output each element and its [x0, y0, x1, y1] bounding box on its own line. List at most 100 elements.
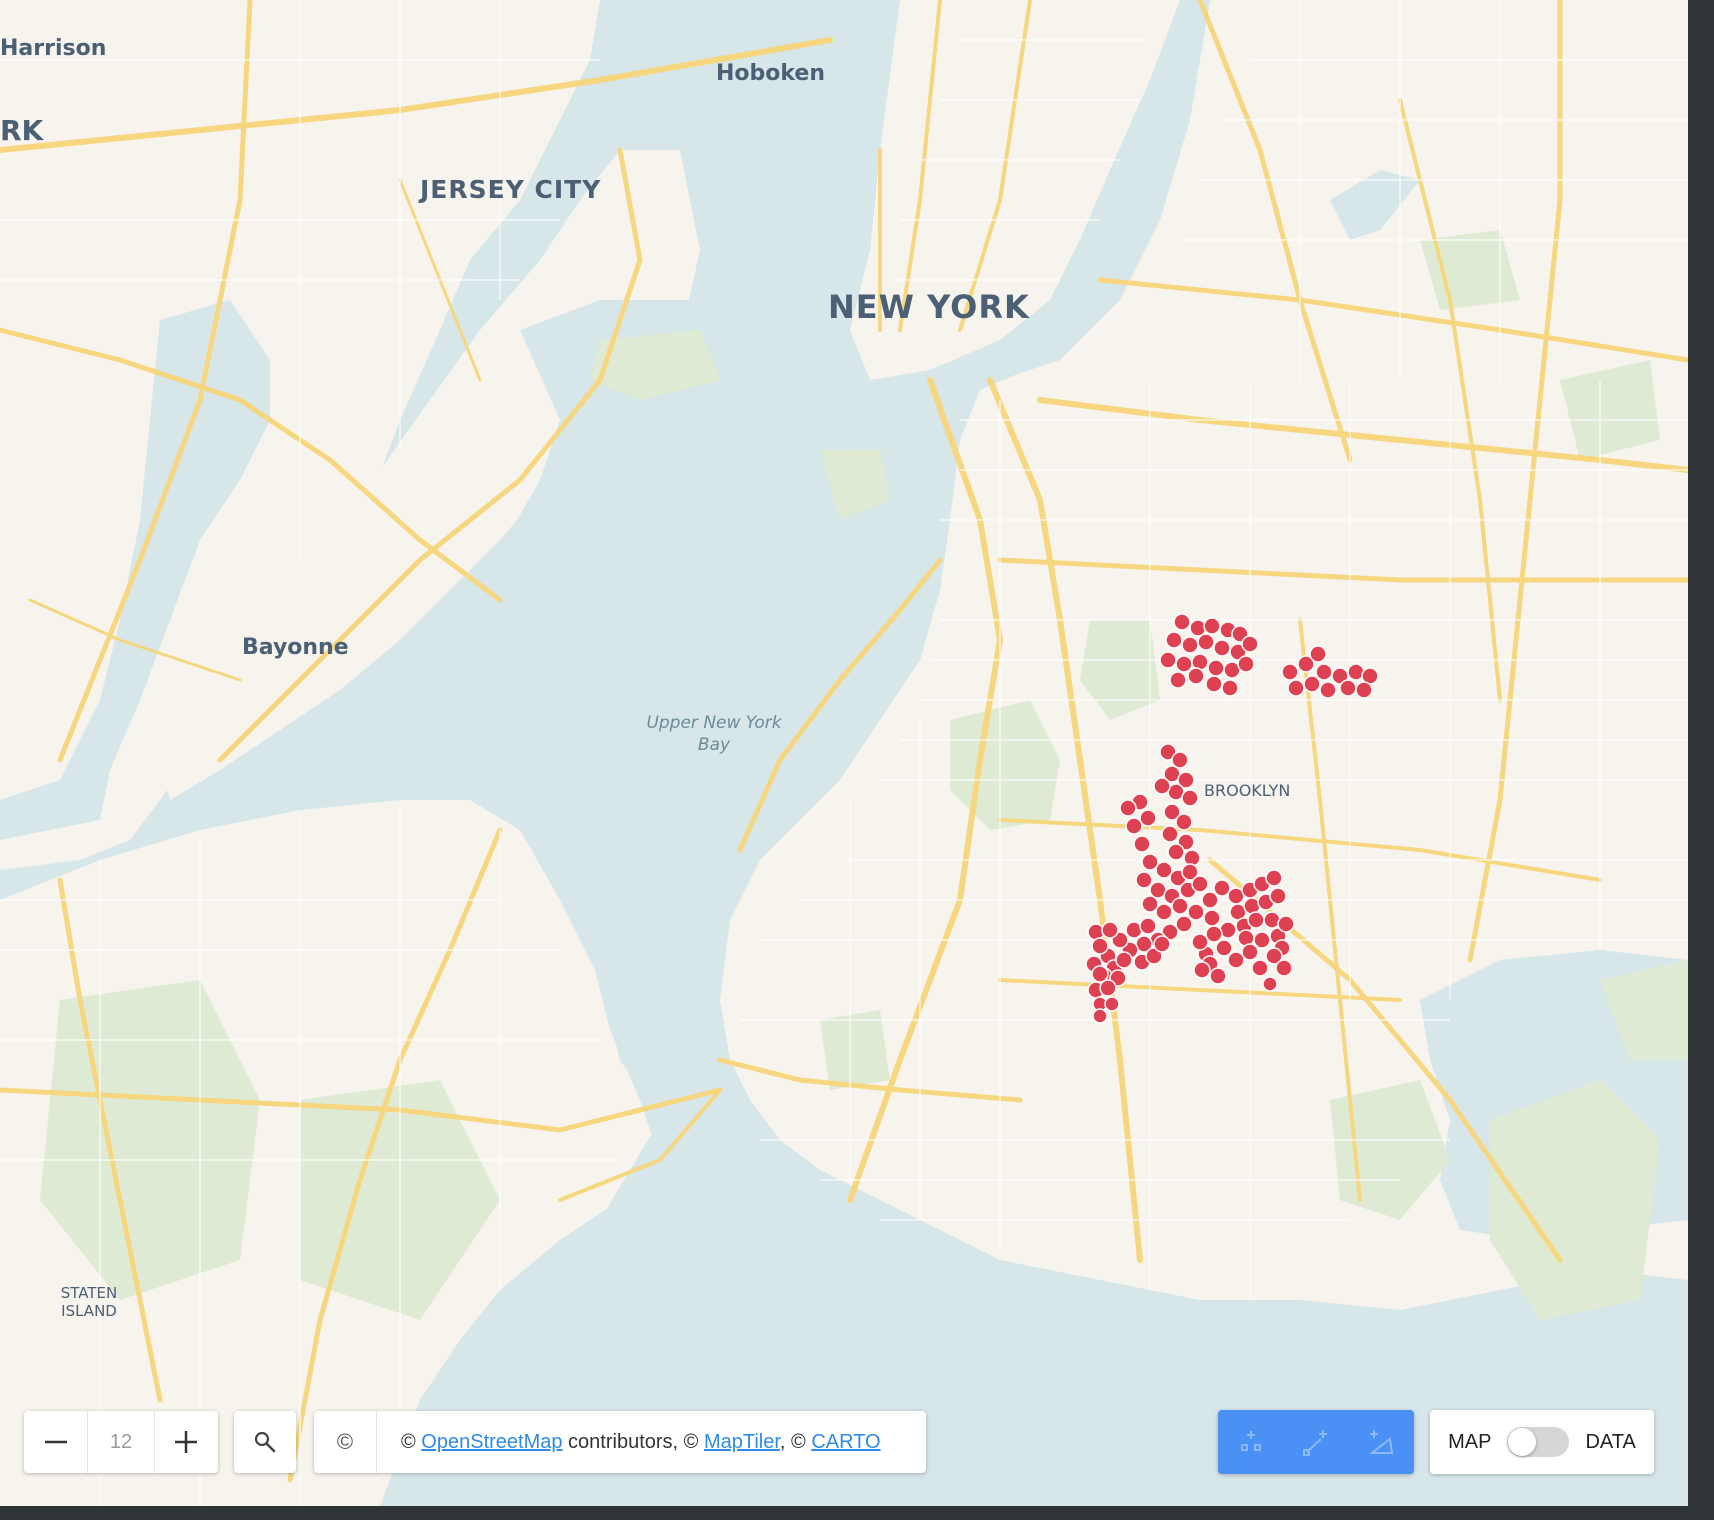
plus-icon — [175, 1431, 198, 1453]
data-point — [1135, 871, 1153, 889]
data-point — [1187, 667, 1205, 685]
draw-point-icon — [1240, 1431, 1261, 1451]
basemap: Harrison RK Hoboken JERSEY CITY NEW YORK… — [0, 0, 1688, 1506]
data-point — [1303, 675, 1321, 693]
data-point — [1133, 835, 1151, 853]
draw-polygon-icon — [1369, 1430, 1394, 1454]
data-point — [1091, 965, 1109, 983]
data-point — [1247, 911, 1265, 929]
data-point — [1091, 937, 1109, 955]
data-point — [1207, 659, 1225, 677]
data-point — [1319, 681, 1337, 699]
toggle-knob — [1508, 1428, 1537, 1456]
data-point — [1241, 635, 1259, 653]
maptiler-link[interactable]: MapTiler — [704, 1431, 780, 1453]
label-hoboken: Hoboken — [716, 61, 825, 86]
draw-line-button[interactable] — [1296, 1422, 1336, 1462]
data-point — [1355, 681, 1373, 699]
data-point — [1104, 996, 1120, 1012]
data-point — [1159, 651, 1177, 669]
data-point — [1203, 909, 1221, 927]
attribution-text: © OpenStreetMap contributors, © MapTiler… — [377, 1431, 881, 1454]
mode-toggle[interactable] — [1507, 1427, 1570, 1457]
data-point — [1167, 843, 1185, 861]
data-point — [1092, 1008, 1108, 1024]
label-bayonne: Bayonne — [242, 635, 349, 660]
copyright-toggle-button[interactable]: © — [314, 1411, 377, 1473]
label-new-york: NEW YORK — [828, 288, 1030, 326]
data-point — [1171, 897, 1189, 915]
data-point — [1191, 875, 1209, 893]
data-point — [1165, 631, 1183, 649]
carto-link[interactable]: CARTO — [811, 1431, 880, 1453]
data-point — [1251, 959, 1269, 977]
draw-polygon-button[interactable] — [1361, 1422, 1401, 1462]
data-point — [1119, 799, 1137, 817]
data-point — [1155, 903, 1173, 921]
data-point — [1125, 817, 1143, 835]
attribution-mid2: , © — [779, 1430, 812, 1453]
data-point — [1175, 813, 1193, 831]
label-brooklyn: BROOKLYN — [1204, 781, 1290, 800]
data-point — [1269, 887, 1287, 905]
data-point — [1175, 655, 1193, 673]
data-point — [1153, 777, 1171, 795]
data-point — [1265, 869, 1283, 887]
zoom-level: 12 — [87, 1411, 155, 1473]
data-point — [1275, 959, 1293, 977]
data-point — [1101, 921, 1119, 939]
data-point — [1115, 951, 1133, 969]
data-point — [1201, 891, 1219, 909]
label-staten-line1: STATEN — [61, 1284, 117, 1302]
data-point — [1169, 671, 1187, 689]
map-canvas[interactable]: Harrison RK Hoboken JERSEY CITY NEW YORK… — [0, 0, 1688, 1506]
data-point — [1197, 633, 1215, 651]
data-point — [1315, 663, 1333, 681]
data-point — [1237, 655, 1255, 673]
draw-point-button[interactable] — [1231, 1422, 1271, 1462]
data-point — [1205, 925, 1223, 943]
draw-line-icon — [1302, 1430, 1327, 1456]
data-point — [1193, 961, 1211, 979]
data-point — [1161, 825, 1179, 843]
data-point — [1173, 613, 1191, 631]
openstreetmap-link[interactable]: OpenStreetMap — [421, 1431, 562, 1453]
data-point — [1262, 976, 1278, 992]
data-point — [1309, 645, 1327, 663]
data-point — [1205, 675, 1223, 693]
label-staten-line2: ISLAND — [61, 1302, 117, 1320]
data-mode-label: DATA — [1585, 1430, 1636, 1453]
label-newark-fragment: RK — [0, 114, 45, 147]
data-point — [1213, 639, 1231, 657]
draw-tools-panel — [1218, 1410, 1414, 1474]
search-icon — [254, 1431, 276, 1453]
data-point — [1153, 935, 1171, 953]
data-point — [1277, 915, 1295, 933]
data-point — [1281, 663, 1299, 681]
data-point — [1209, 967, 1227, 985]
attribution-prefix: © — [401, 1430, 422, 1453]
attribution-panel: © © OpenStreetMap contributors, © MapTil… — [314, 1411, 926, 1473]
minus-icon — [44, 1440, 67, 1444]
data-point — [1139, 917, 1157, 935]
data-point — [1221, 679, 1239, 697]
data-point — [1339, 679, 1357, 697]
label-harrison: Harrison — [0, 36, 106, 61]
data-point — [1241, 943, 1259, 961]
zoom-in-button[interactable] — [155, 1411, 218, 1473]
zoom-out-button[interactable] — [24, 1411, 87, 1473]
map-mode-label: MAP — [1448, 1430, 1492, 1453]
data-point — [1287, 679, 1305, 697]
data-point — [1181, 789, 1199, 807]
search-button[interactable] — [234, 1411, 296, 1473]
attribution-mid1: contributors, © — [562, 1430, 704, 1453]
data-point — [1253, 931, 1271, 949]
label-jersey-city: JERSEY CITY — [418, 175, 601, 204]
label-upper-bay-line1: Upper New York — [646, 713, 782, 733]
map-data-switch: MAP DATA — [1430, 1410, 1654, 1474]
data-point — [1215, 939, 1233, 957]
data-point — [1203, 617, 1221, 635]
data-point — [1181, 636, 1199, 654]
label-upper-bay-line2: Bay — [698, 735, 731, 755]
data-point — [1187, 903, 1205, 921]
